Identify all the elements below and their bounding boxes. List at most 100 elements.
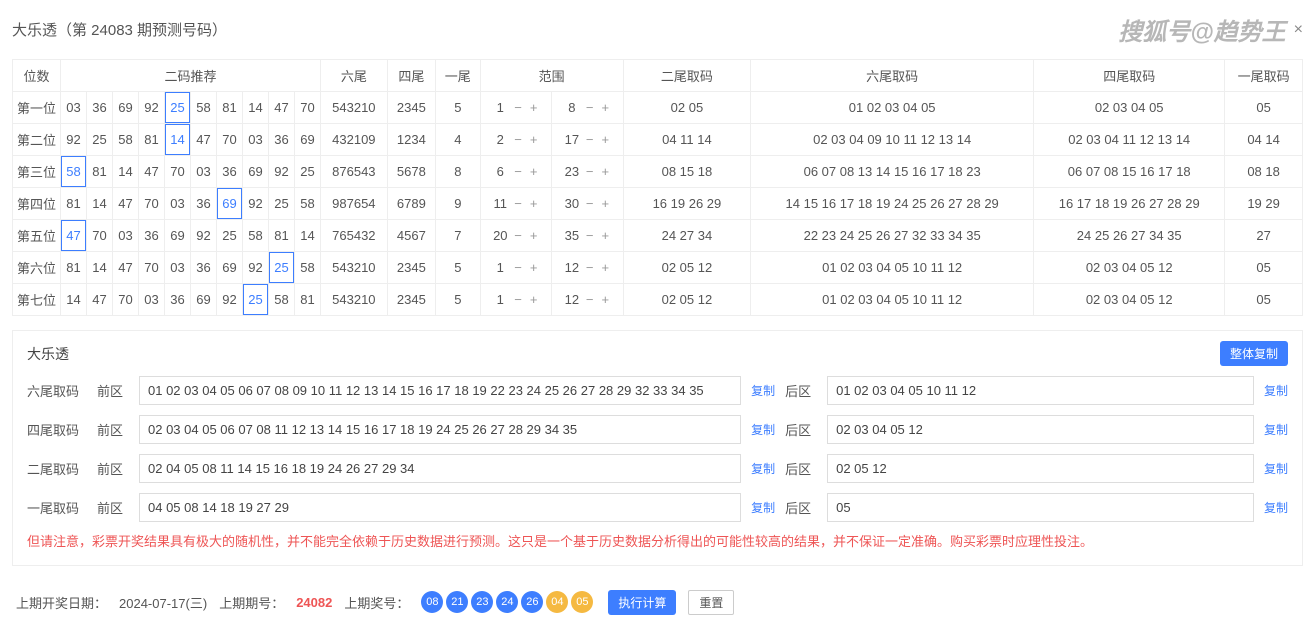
back-input[interactable] [827, 454, 1254, 483]
plus-icon[interactable]: + [599, 196, 611, 211]
num-cell[interactable]: 14 [87, 252, 113, 284]
front-input[interactable] [139, 376, 741, 405]
copy-button[interactable]: 复制 [1264, 460, 1288, 477]
num-cell[interactable]: 92 [191, 220, 217, 252]
minus-icon[interactable]: − [584, 100, 596, 115]
minus-icon[interactable]: − [584, 196, 596, 211]
num-cell[interactable]: 70 [217, 124, 243, 156]
plus-icon[interactable]: + [528, 164, 540, 179]
num-cell[interactable]: 14 [113, 156, 139, 188]
plus-icon[interactable]: + [528, 292, 540, 307]
num-cell[interactable]: 25 [165, 92, 191, 124]
num-cell[interactable]: 03 [61, 92, 87, 124]
num-cell[interactable]: 14 [295, 220, 321, 252]
plus-icon[interactable]: + [599, 228, 611, 243]
plus-icon[interactable]: + [599, 260, 611, 275]
num-cell[interactable]: 36 [191, 188, 217, 220]
minus-icon[interactable]: − [584, 228, 596, 243]
close-icon[interactable]: × [1294, 21, 1303, 39]
num-cell[interactable]: 25 [295, 156, 321, 188]
plus-icon[interactable]: + [528, 100, 540, 115]
back-input[interactable] [827, 415, 1254, 444]
plus-icon[interactable]: + [528, 228, 540, 243]
minus-icon[interactable]: − [584, 164, 596, 179]
num-cell[interactable]: 58 [269, 284, 295, 316]
plus-icon[interactable]: + [528, 132, 540, 147]
num-cell[interactable]: 14 [165, 124, 191, 156]
plus-icon[interactable]: + [599, 132, 611, 147]
num-cell[interactable]: 69 [243, 156, 269, 188]
num-cell[interactable]: 03 [165, 188, 191, 220]
num-cell[interactable]: 47 [87, 284, 113, 316]
num-cell[interactable]: 36 [165, 284, 191, 316]
front-input[interactable] [139, 415, 741, 444]
num-cell[interactable]: 47 [113, 188, 139, 220]
num-cell[interactable]: 58 [191, 92, 217, 124]
num-cell[interactable]: 92 [139, 92, 165, 124]
num-cell[interactable]: 81 [139, 124, 165, 156]
num-cell[interactable]: 69 [165, 220, 191, 252]
num-cell[interactable]: 70 [295, 92, 321, 124]
minus-icon[interactable]: − [584, 260, 596, 275]
num-cell[interactable]: 70 [139, 188, 165, 220]
num-cell[interactable]: 58 [243, 220, 269, 252]
num-cell[interactable]: 47 [61, 220, 87, 252]
num-cell[interactable]: 92 [269, 156, 295, 188]
plus-icon[interactable]: + [599, 292, 611, 307]
num-cell[interactable]: 81 [87, 156, 113, 188]
num-cell[interactable]: 69 [191, 284, 217, 316]
num-cell[interactable]: 03 [243, 124, 269, 156]
num-cell[interactable]: 36 [87, 92, 113, 124]
plus-icon[interactable]: + [599, 164, 611, 179]
num-cell[interactable]: 47 [113, 252, 139, 284]
minus-icon[interactable]: − [512, 228, 524, 243]
num-cell[interactable]: 92 [217, 284, 243, 316]
num-cell[interactable]: 47 [191, 124, 217, 156]
minus-icon[interactable]: − [584, 132, 596, 147]
num-cell[interactable]: 81 [61, 188, 87, 220]
num-cell[interactable]: 25 [269, 252, 295, 284]
copy-button[interactable]: 复制 [751, 460, 775, 477]
num-cell[interactable]: 03 [139, 284, 165, 316]
num-cell[interactable]: 70 [87, 220, 113, 252]
num-cell[interactable]: 36 [139, 220, 165, 252]
num-cell[interactable]: 14 [87, 188, 113, 220]
minus-icon[interactable]: − [512, 292, 524, 307]
num-cell[interactable]: 92 [243, 252, 269, 284]
num-cell[interactable]: 25 [87, 124, 113, 156]
num-cell[interactable]: 36 [217, 156, 243, 188]
num-cell[interactable]: 03 [113, 220, 139, 252]
plus-icon[interactable]: + [528, 260, 540, 275]
minus-icon[interactable]: − [512, 260, 524, 275]
num-cell[interactable]: 47 [139, 156, 165, 188]
copy-button[interactable]: 复制 [751, 382, 775, 399]
front-input[interactable] [139, 493, 741, 522]
num-cell[interactable]: 25 [217, 220, 243, 252]
num-cell[interactable]: 58 [113, 124, 139, 156]
minus-icon[interactable]: − [512, 100, 524, 115]
num-cell[interactable]: 92 [61, 124, 87, 156]
num-cell[interactable]: 25 [269, 188, 295, 220]
front-input[interactable] [139, 454, 741, 483]
num-cell[interactable]: 69 [113, 92, 139, 124]
plus-icon[interactable]: + [528, 196, 540, 211]
num-cell[interactable]: 81 [217, 92, 243, 124]
minus-icon[interactable]: − [584, 292, 596, 307]
num-cell[interactable]: 70 [113, 284, 139, 316]
num-cell[interactable]: 14 [61, 284, 87, 316]
num-cell[interactable]: 69 [295, 124, 321, 156]
copy-button[interactable]: 复制 [1264, 382, 1288, 399]
copy-all-button[interactable]: 整体复制 [1220, 341, 1288, 366]
num-cell[interactable]: 70 [139, 252, 165, 284]
back-input[interactable] [827, 376, 1254, 405]
num-cell[interactable]: 58 [61, 156, 87, 188]
num-cell[interactable]: 81 [269, 220, 295, 252]
copy-button[interactable]: 复制 [1264, 421, 1288, 438]
minus-icon[interactable]: − [512, 132, 524, 147]
num-cell[interactable]: 81 [61, 252, 87, 284]
num-cell[interactable]: 69 [217, 188, 243, 220]
num-cell[interactable]: 92 [243, 188, 269, 220]
plus-icon[interactable]: + [599, 100, 611, 115]
num-cell[interactable]: 81 [295, 284, 321, 316]
copy-button[interactable]: 复制 [1264, 499, 1288, 516]
